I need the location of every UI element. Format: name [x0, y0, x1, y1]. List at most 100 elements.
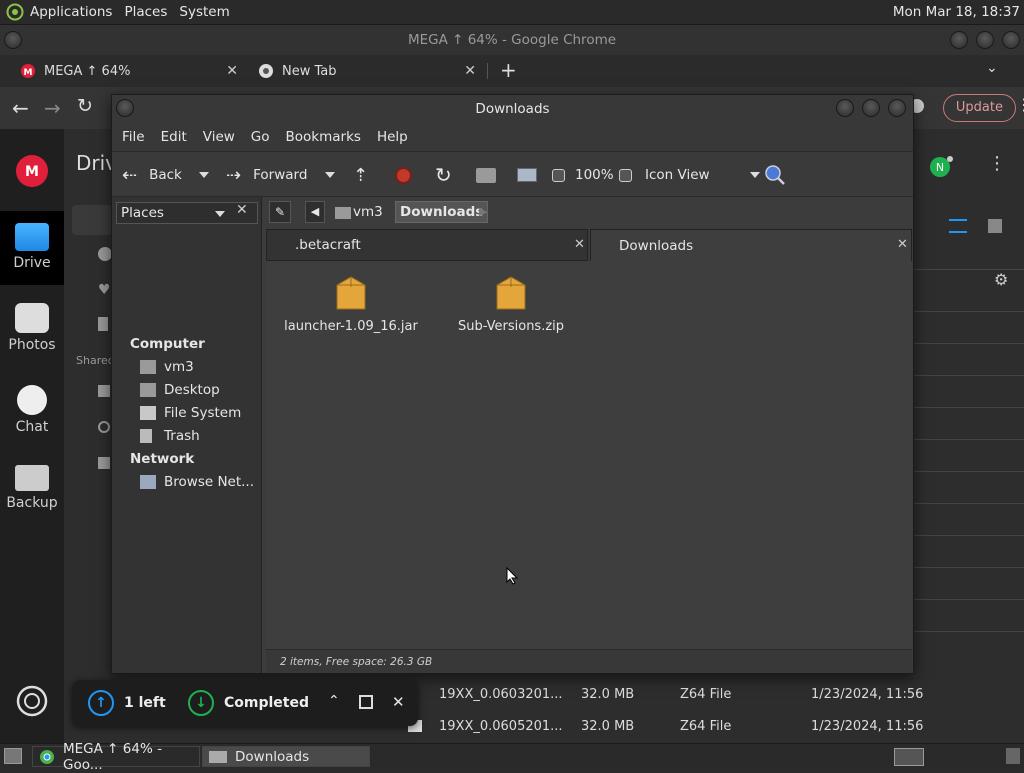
path-right-arrow-icon[interactable]: ▶ [479, 205, 487, 218]
close-icon[interactable]: ✕ [897, 237, 908, 252]
upload-arrow-icon: ↑ [88, 690, 114, 716]
downloads-close-button[interactable] [888, 99, 906, 117]
reload-icon[interactable]: ↻ [435, 152, 452, 198]
back-history-dropdown[interactable] [199, 152, 209, 198]
forward-history-dropdown[interactable] [325, 152, 335, 198]
tab-betacraft[interactable]: .betacraft ✕ [266, 229, 588, 261]
workspace-switcher-icon[interactable] [894, 748, 924, 766]
up-arrow-icon[interactable]: ⇡ [353, 152, 368, 198]
rail-chat[interactable]: Chat [0, 385, 64, 435]
sidebar-cloud-drive[interactable] [72, 205, 112, 235]
menu-go[interactable]: Go [245, 129, 276, 145]
mega-logo-icon[interactable]: M [16, 155, 48, 187]
file-size: 32.0 MB [581, 687, 635, 702]
zoom-in-icon[interactable] [619, 152, 632, 198]
place-browse-network[interactable]: Browse Net... [140, 474, 254, 490]
tab-search-chevron-icon[interactable]: ⌄ [986, 60, 998, 76]
forward-button[interactable]: ⇢ Forward [226, 152, 307, 198]
places-menu[interactable]: Places [118, 4, 173, 20]
table-row[interactable]: 19XX_0.0605201... 32.0 MB Z64 File 1/23/… [408, 712, 1024, 742]
forward-arrow-icon[interactable]: → [44, 96, 61, 120]
table-row[interactable]: 19XX_0.0603201... 32.0 MB Z64 File 1/23/… [418, 680, 1024, 710]
avatar[interactable]: N [930, 155, 954, 179]
menu-help[interactable]: Help [371, 129, 414, 145]
gnome-logo-icon[interactable] [6, 3, 24, 21]
path-downloads[interactable]: Downloads [395, 201, 489, 223]
place-vm3[interactable]: vm3 [140, 359, 194, 375]
chrome-maximize-button[interactable] [976, 31, 994, 49]
file-item[interactable]: launcher-1.09_16.jar [276, 273, 426, 334]
rail-photos[interactable]: Photos [0, 303, 64, 353]
chrome-close-button[interactable] [1002, 31, 1020, 49]
shared-items-icon[interactable] [98, 385, 110, 397]
view-mode-select[interactable]: Icon View [645, 152, 760, 198]
zoom-level[interactable]: 100% [575, 152, 614, 198]
menu-view[interactable]: View [197, 129, 241, 145]
path-label: vm3 [353, 204, 383, 220]
network-icon [140, 475, 156, 489]
list-view-icon[interactable] [949, 219, 967, 233]
zoom-out-icon[interactable] [552, 152, 565, 198]
open-transfers-icon[interactable] [359, 695, 373, 709]
menu-file[interactable]: File [116, 129, 151, 145]
rail-backup[interactable]: Backup [0, 465, 64, 511]
home-folder-icon[interactable] [476, 152, 496, 198]
show-desktop-icon[interactable] [4, 748, 22, 764]
edit-location-icon[interactable]: ✎ [269, 201, 291, 223]
place-trash[interactable]: Trash [140, 428, 200, 444]
chrome-minimize-button[interactable] [950, 31, 968, 49]
close-icon[interactable]: ✕ [574, 237, 585, 252]
downloads-titlebar[interactable]: Downloads [112, 95, 913, 123]
tab-downloads[interactable]: Downloads ✕ [590, 229, 912, 261]
transfer-manager-icon[interactable] [16, 685, 48, 717]
tab-mega[interactable]: M MEGA ↑ 64% ✕ [20, 55, 240, 87]
system-menu[interactable]: System [173, 4, 235, 20]
trash-applet-icon[interactable] [1006, 748, 1020, 764]
downloads-window-menu-button[interactable] [116, 99, 134, 117]
close-icon[interactable]: ✕ [464, 63, 476, 79]
task-downloads[interactable]: Downloads [202, 746, 370, 767]
downloads-minimize-button[interactable] [836, 99, 854, 117]
task-chrome[interactable]: MEGA ↑ 64% - Goo... [32, 741, 200, 773]
status-bar: 2 items, Free space: 26.3 GB [266, 649, 912, 673]
back-arrow-icon[interactable]: ← [12, 96, 29, 120]
menu-edit[interactable]: Edit [155, 129, 193, 145]
search-icon[interactable] [764, 152, 786, 198]
stop-icon[interactable] [395, 152, 412, 198]
rail-drive[interactable]: Drive [0, 211, 64, 285]
gear-icon[interactable]: ⚙ [994, 270, 1008, 289]
reload-icon[interactable]: ↻ [77, 95, 93, 117]
place-desktop[interactable]: Desktop [140, 382, 220, 398]
applications-menu[interactable]: Applications [24, 4, 118, 20]
menu-bookmarks[interactable]: Bookmarks [280, 129, 367, 145]
rubbish-bin-icon[interactable] [98, 317, 108, 331]
expand-chevron-up-icon[interactable]: ⌃ [328, 693, 340, 709]
update-button[interactable]: Update [942, 94, 1016, 122]
close-icon[interactable]: ✕ [226, 63, 238, 79]
chrome-titlebar[interactable]: MEGA ↑ 64% - Google Chrome [0, 25, 1024, 55]
path-left-arrow-icon[interactable]: ◀ [305, 201, 325, 223]
desktop-folder-icon [140, 383, 156, 397]
clock[interactable]: Mon Mar 18, 18:37 [893, 4, 1020, 20]
chrome-window-menu-button[interactable] [4, 31, 22, 49]
chrome-menu-icon[interactable]: ⋮ [1016, 95, 1024, 114]
downloads-maximize-button[interactable] [862, 99, 880, 117]
transfers-completed[interactable]: ↓ Completed [188, 680, 309, 726]
links-icon[interactable] [98, 421, 110, 433]
file-name: Sub-Versions.zip [457, 319, 565, 334]
file-requests-icon[interactable] [98, 457, 110, 469]
file-item[interactable]: Sub-Versions.zip [436, 273, 586, 334]
tab-new-tab[interactable]: New Tab ✕ [258, 55, 478, 87]
transfers-left[interactable]: ↑ 1 left [88, 680, 166, 726]
computer-icon[interactable] [517, 152, 537, 198]
back-button[interactable]: ⇠ Back [122, 152, 182, 198]
place-file-system[interactable]: File System [140, 405, 241, 421]
close-icon[interactable]: ✕ [392, 693, 405, 711]
new-tab-plus-icon[interactable]: + [500, 58, 517, 82]
recents-clock-icon[interactable] [98, 247, 112, 261]
grid-view-icon[interactable] [988, 219, 1002, 233]
more-options-icon[interactable]: ⋮ [988, 153, 1006, 174]
file-icon-view[interactable]: launcher-1.09_16.jar Sub-Versions.zip [266, 261, 912, 649]
favourites-heart-icon[interactable]: ♥ [98, 282, 111, 298]
close-sidebar-icon[interactable]: ✕ [236, 202, 248, 218]
